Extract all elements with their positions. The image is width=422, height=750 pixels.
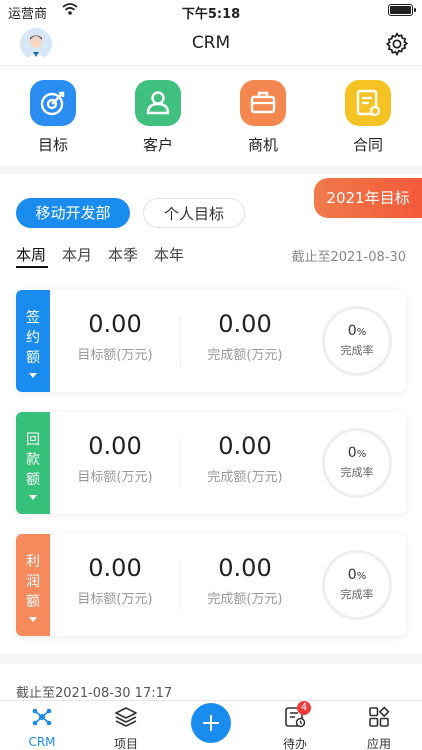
tab-label: CRM bbox=[28, 735, 56, 749]
target-icon bbox=[30, 80, 76, 126]
percent-unit: % bbox=[356, 449, 367, 460]
tab-label: 项目 bbox=[113, 737, 138, 750]
contract-icon bbox=[345, 80, 391, 126]
layers-icon bbox=[115, 707, 137, 727]
updated-timestamp: 截止至2021-08-30 17:17 bbox=[16, 686, 173, 701]
completed-metric: 0.00 完成额(万元) bbox=[190, 554, 300, 607]
completion-percent: 0 bbox=[347, 445, 357, 461]
person-icon bbox=[135, 80, 181, 126]
gear-icon[interactable] bbox=[384, 31, 410, 57]
divider bbox=[180, 438, 181, 488]
nav-bar: CRM bbox=[0, 22, 422, 66]
card-tag-char: 润 bbox=[26, 574, 40, 590]
caret-down-icon bbox=[29, 373, 37, 378]
briefcase-icon bbox=[240, 80, 286, 126]
completion-label: 完成率 bbox=[340, 588, 374, 601]
profit-amount-card[interactable]: 利 润 额 0.00 目标额(万元) 0.00 完成额(万元) 0% 完成率 bbox=[16, 534, 406, 636]
department-selector[interactable]: 移动开发部 bbox=[16, 198, 130, 228]
collection-amount-card[interactable]: 回 款 额 0.00 目标额(万元) 0.00 完成额(万元) 0% 完成率 bbox=[16, 412, 406, 514]
signed-amount-card[interactable]: 签 约 额 0.00 目标额(万元) 0.00 完成额(万元) 0% 完成率 bbox=[16, 290, 406, 392]
target-caption: 目标额(万元) bbox=[77, 470, 153, 485]
completed-metric: 0.00 完成额(万元) bbox=[190, 310, 300, 363]
add-button[interactable] bbox=[191, 703, 231, 743]
divider bbox=[180, 560, 181, 610]
card-tag-char: 款 bbox=[26, 452, 40, 468]
target-caption: 目标额(万元) bbox=[77, 348, 153, 363]
status-bar: 运营商 下午5:18 bbox=[0, 0, 422, 22]
card-tag-char: 回 bbox=[26, 432, 40, 448]
card-tag-char: 约 bbox=[26, 330, 40, 346]
completed-caption: 完成额(万元) bbox=[207, 348, 283, 363]
target-value: 0.00 bbox=[88, 554, 142, 582]
active-tab-indicator bbox=[16, 266, 48, 268]
quick-action-label: 客户 bbox=[142, 136, 173, 154]
completed-value: 0.00 bbox=[218, 554, 272, 582]
card-tag-char: 额 bbox=[26, 472, 40, 488]
completed-value: 0.00 bbox=[218, 310, 272, 338]
battery-icon bbox=[388, 4, 416, 16]
quick-action-contract[interactable]: 合同 bbox=[333, 80, 403, 155]
card-tag-char: 利 bbox=[26, 554, 40, 570]
tab-projects[interactable]: 项目 bbox=[96, 705, 156, 750]
tab-month[interactable]: 本月 bbox=[62, 244, 92, 265]
divider bbox=[180, 316, 181, 366]
targets-panel: 2021年目标 移动开发部 个人目标 本周 本月 本季 本年 截止至2021-0… bbox=[0, 174, 422, 654]
tab-crm[interactable]: CRM bbox=[12, 705, 72, 749]
quick-action-label: 商机 bbox=[247, 136, 278, 154]
quick-action-opportunity[interactable]: 商机 bbox=[228, 80, 298, 155]
tab-year[interactable]: 本年 bbox=[154, 244, 184, 265]
target-value: 0.00 bbox=[88, 432, 142, 460]
completion-ring: 0% 完成率 bbox=[322, 306, 392, 376]
caret-down-icon bbox=[29, 617, 37, 622]
quick-actions: 目标 客户 商机 合同 bbox=[0, 66, 422, 166]
year-target-badge[interactable]: 2021年目标 bbox=[314, 178, 422, 218]
percent-unit: % bbox=[356, 571, 367, 582]
card-tag[interactable]: 签 约 额 bbox=[16, 290, 50, 392]
tab-todo[interactable]: 4 待办 bbox=[265, 701, 325, 750]
completion-label: 完成率 bbox=[340, 466, 374, 479]
deadline-date: 截止至2021-08-30 bbox=[291, 250, 406, 265]
todo-count-badge: 4 bbox=[297, 701, 311, 715]
tab-apps[interactable]: 应用 bbox=[349, 705, 409, 750]
target-value: 0.00 bbox=[88, 310, 142, 338]
completion-label: 完成率 bbox=[340, 344, 374, 357]
tab-label: 应用 bbox=[366, 737, 391, 750]
clock: 下午5:18 bbox=[181, 7, 241, 22]
card-tag[interactable]: 回 款 额 bbox=[16, 412, 50, 514]
completed-value: 0.00 bbox=[218, 432, 272, 460]
quick-action-target[interactable]: 目标 bbox=[18, 80, 88, 155]
quick-action-customer[interactable]: 客户 bbox=[123, 80, 193, 155]
apps-icon bbox=[369, 706, 390, 727]
card-tag-char: 额 bbox=[26, 350, 40, 366]
card-tag-char: 额 bbox=[26, 594, 40, 610]
target-metric: 0.00 目标额(万元) bbox=[60, 432, 170, 485]
tab-quarter[interactable]: 本季 bbox=[108, 244, 138, 265]
target-caption: 目标额(万元) bbox=[77, 592, 153, 607]
update-time-strip: 截止至2021-08-30 17:17 bbox=[0, 664, 422, 704]
completion-percent: 0 bbox=[347, 567, 357, 583]
card-tag-char: 签 bbox=[26, 310, 40, 326]
personal-target-button[interactable]: 个人目标 bbox=[143, 198, 245, 228]
target-metric: 0.00 目标额(万元) bbox=[60, 310, 170, 363]
caret-down-icon bbox=[29, 495, 37, 500]
completed-metric: 0.00 完成额(万元) bbox=[190, 432, 300, 485]
bottom-tab-bar: CRM 项目 4 待办 应用 bbox=[0, 700, 422, 750]
quick-action-label: 合同 bbox=[352, 136, 383, 154]
completed-caption: 完成额(万元) bbox=[207, 470, 283, 485]
tab-label: 待办 bbox=[282, 737, 307, 750]
tab-week[interactable]: 本周 bbox=[16, 244, 46, 265]
card-tag[interactable]: 利 润 额 bbox=[16, 534, 50, 636]
quick-action-label: 目标 bbox=[37, 136, 68, 154]
page-title: CRM bbox=[191, 33, 231, 53]
percent-unit: % bbox=[356, 327, 367, 338]
completion-ring: 0% 完成率 bbox=[322, 550, 392, 620]
completion-ring: 0% 完成率 bbox=[322, 428, 392, 498]
crm-icon bbox=[32, 708, 52, 726]
completed-caption: 完成额(万元) bbox=[207, 592, 283, 607]
completion-percent: 0 bbox=[347, 323, 357, 339]
target-metric: 0.00 目标额(万元) bbox=[60, 554, 170, 607]
